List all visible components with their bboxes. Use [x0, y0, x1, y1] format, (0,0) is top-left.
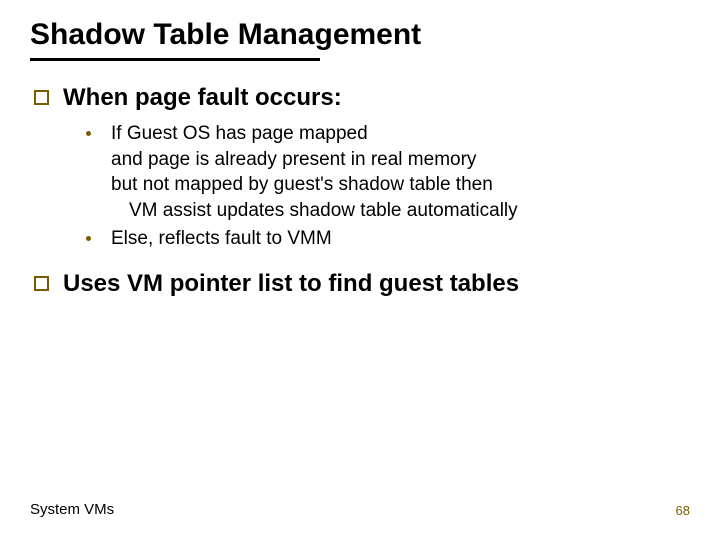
sub-bullet-list: If Guest OS has page mapped and page is …	[86, 121, 690, 251]
bullet-text: Uses VM pointer list to find guest table…	[63, 269, 519, 299]
footer-left: System VMs	[30, 501, 114, 518]
sub-bullet-item: Else, reflects fault to VMM	[86, 226, 690, 252]
sub-line: and page is already present in real memo…	[111, 147, 518, 173]
square-bullet-icon	[34, 276, 49, 291]
dot-bullet-icon	[86, 236, 91, 241]
sub-bullet-body: Else, reflects fault to VMM	[111, 226, 332, 252]
sub-bullet-body: If Guest OS has page mapped and page is …	[111, 121, 518, 224]
bullet-text: When page fault occurs:	[63, 83, 342, 113]
sub-bullet-item: If Guest OS has page mapped and page is …	[86, 121, 690, 224]
slide-content: When page fault occurs: If Guest OS has …	[30, 83, 690, 299]
sub-line: Else, reflects fault to VMM	[111, 226, 332, 252]
bullet-item: Uses VM pointer list to find guest table…	[34, 269, 690, 299]
page-number: 68	[676, 503, 690, 518]
bullet-item: When page fault occurs:	[34, 83, 690, 113]
title-rule	[30, 58, 320, 61]
sub-line: If Guest OS has page mapped	[111, 121, 518, 147]
slide-title: Shadow Table Management	[30, 18, 690, 52]
sub-line: but not mapped by guest's shadow table t…	[111, 172, 518, 198]
sub-line: VM assist updates shadow table automatic…	[111, 198, 518, 224]
square-bullet-icon	[34, 90, 49, 105]
dot-bullet-icon	[86, 131, 91, 136]
